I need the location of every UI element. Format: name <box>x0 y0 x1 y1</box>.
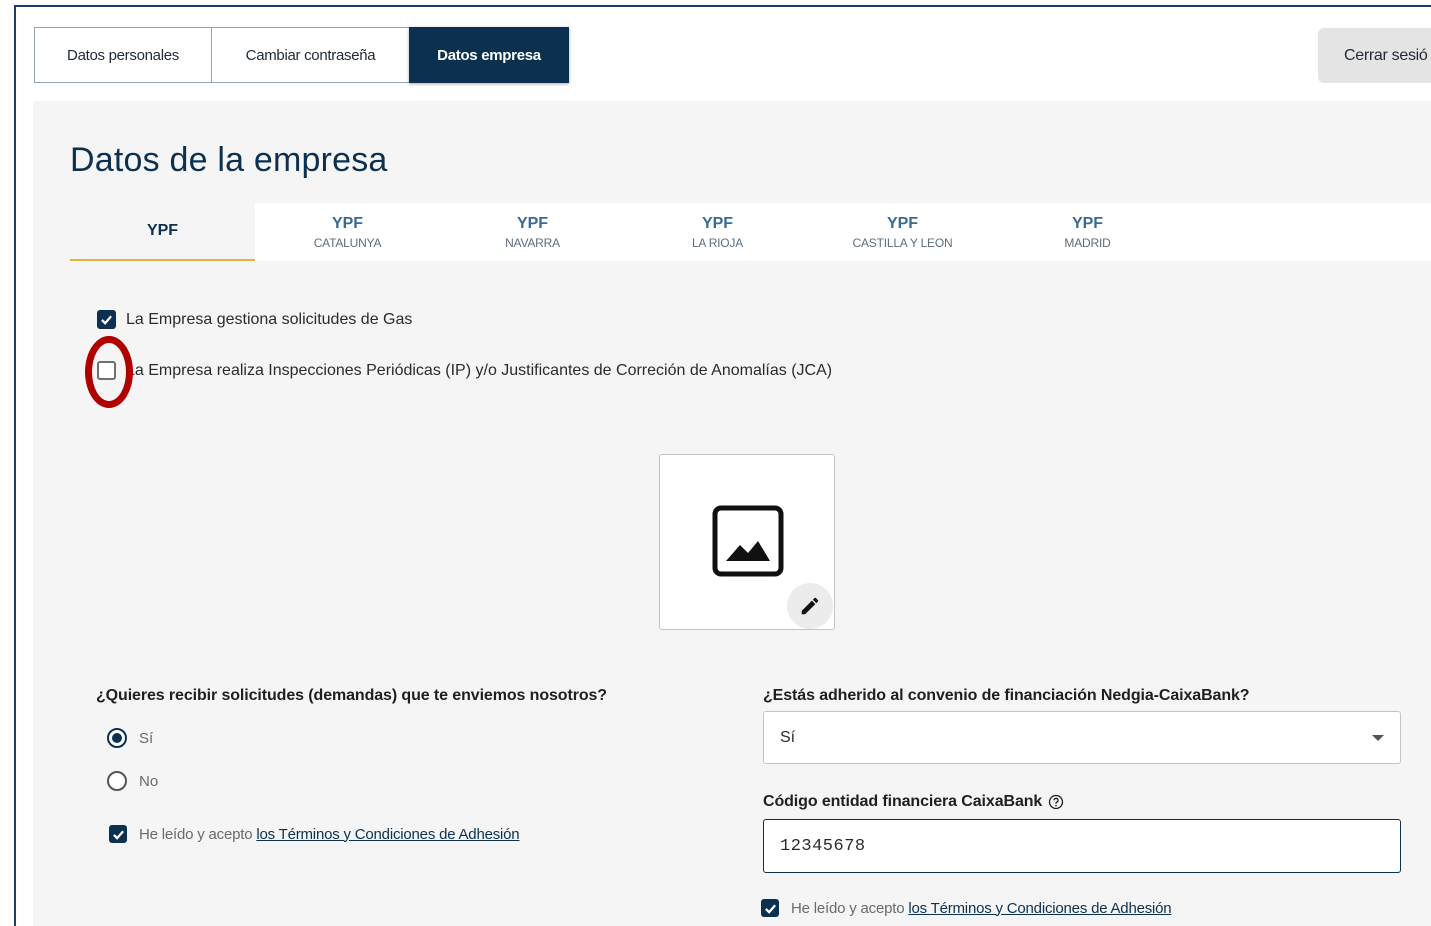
highlight-annotation-circle <box>85 336 133 408</box>
demands-terms-checkbox[interactable] <box>109 825 127 843</box>
gas-checkbox-row: La Empresa gestiona solicitudes de Gas <box>97 310 412 329</box>
financing-terms-link[interactable]: los Términos y Condiciones de Adhesión <box>908 900 1171 917</box>
company-tab-ypf[interactable]: YPF <box>70 203 255 261</box>
company-tab-castilla-leon[interactable]: YPF CASTILLA Y LEON <box>810 203 995 261</box>
dropdown-caret-icon <box>1372 735 1384 741</box>
demands-option-si[interactable]: Sí <box>107 728 153 748</box>
edit-logo-button[interactable] <box>787 583 833 629</box>
radio-no-label: No <box>139 772 159 790</box>
company-tab-name: YPF <box>146 222 179 239</box>
company-tabs: YPF YPF CATALUNYA YPF NAVARRA YPF LA RIO… <box>70 203 1431 261</box>
demands-terms-link[interactable]: los Términos y Condiciones de Adhesión <box>256 826 519 843</box>
financing-terms-text: He leído y acepto <box>791 899 905 917</box>
code-label-row: Código entidad financiera CaixaBank <box>763 793 1064 811</box>
logout-button[interactable]: Cerrar sesió <box>1318 28 1431 83</box>
inspections-checkbox-row: La Empresa realiza Inspecciones Periódic… <box>97 361 832 380</box>
inspections-checkbox-label: La Empresa realiza Inspecciones Periódic… <box>126 361 833 379</box>
financing-select-value: Sí <box>780 728 796 746</box>
code-label: Código entidad financiera CaixaBank <box>763 793 1043 810</box>
company-tab-name: YPF <box>516 214 549 232</box>
gas-checkbox[interactable] <box>97 310 116 329</box>
demands-terms-row: He leído y acepto los Términos y Condici… <box>109 825 520 843</box>
check-icon <box>101 315 112 325</box>
tab-datos-personales[interactable]: Datos personales <box>34 27 211 83</box>
page-title: Datos de la empresa <box>70 141 388 179</box>
financing-question: ¿Estás adherido al convenio de financiac… <box>763 687 1250 704</box>
top-tabs: Datos personales Cambiar contraseña Dato… <box>34 27 569 83</box>
tab-cambiar-contrasena[interactable]: Cambiar contraseña <box>211 27 409 83</box>
check-icon <box>764 904 776 914</box>
company-tab-region: CASTILLA Y LEON <box>852 235 953 250</box>
company-tab-navarra[interactable]: YPF NAVARRA <box>440 203 625 261</box>
company-tab-region: MADRID <box>1064 235 1111 250</box>
gas-checkbox-label: La Empresa gestiona solicitudes de Gas <box>126 310 413 328</box>
app-frame: Datos personales Cambiar contraseña Dato… <box>14 5 1431 926</box>
company-tab-name: YPF <box>331 214 364 232</box>
company-logo-box <box>659 454 835 630</box>
financing-select[interactable]: Sí <box>763 711 1401 764</box>
image-placeholder-icon <box>712 505 784 577</box>
company-tab-la-rioja[interactable]: YPF LA RIOJA <box>625 203 810 261</box>
company-tab-region: NAVARRA <box>505 235 560 250</box>
check-icon <box>112 830 124 840</box>
financing-terms-checkbox[interactable] <box>761 899 779 917</box>
radio-no[interactable] <box>107 771 127 791</box>
company-panel: Datos de la empresa YPF YPF CATALUNYA YP… <box>33 101 1431 926</box>
company-tab-name: YPF <box>886 214 919 232</box>
tab-datos-empresa[interactable]: Datos empresa <box>409 27 569 83</box>
company-tab-catalunya[interactable]: YPF CATALUNYA <box>255 203 440 261</box>
financing-terms-row: He leído y acepto los Términos y Condici… <box>761 899 1172 917</box>
edit-pencil-icon <box>801 597 819 615</box>
demands-question: ¿Quieres recibir solicitudes (demandas) … <box>96 687 607 704</box>
company-tab-name: YPF <box>1071 214 1104 232</box>
company-tab-madrid[interactable]: YPF MADRID <box>995 203 1180 261</box>
demands-option-no[interactable]: No <box>107 771 158 791</box>
company-tab-region: CATALUNYA <box>313 235 382 250</box>
radio-si-label: Sí <box>139 729 154 747</box>
code-input[interactable] <box>763 819 1401 873</box>
company-tab-region: LA RIOJA <box>691 235 744 250</box>
radio-si[interactable] <box>107 728 127 748</box>
demands-terms-text: He leído y acepto <box>139 825 253 843</box>
company-tab-name: YPF <box>701 214 734 232</box>
help-icon[interactable] <box>1048 794 1064 810</box>
